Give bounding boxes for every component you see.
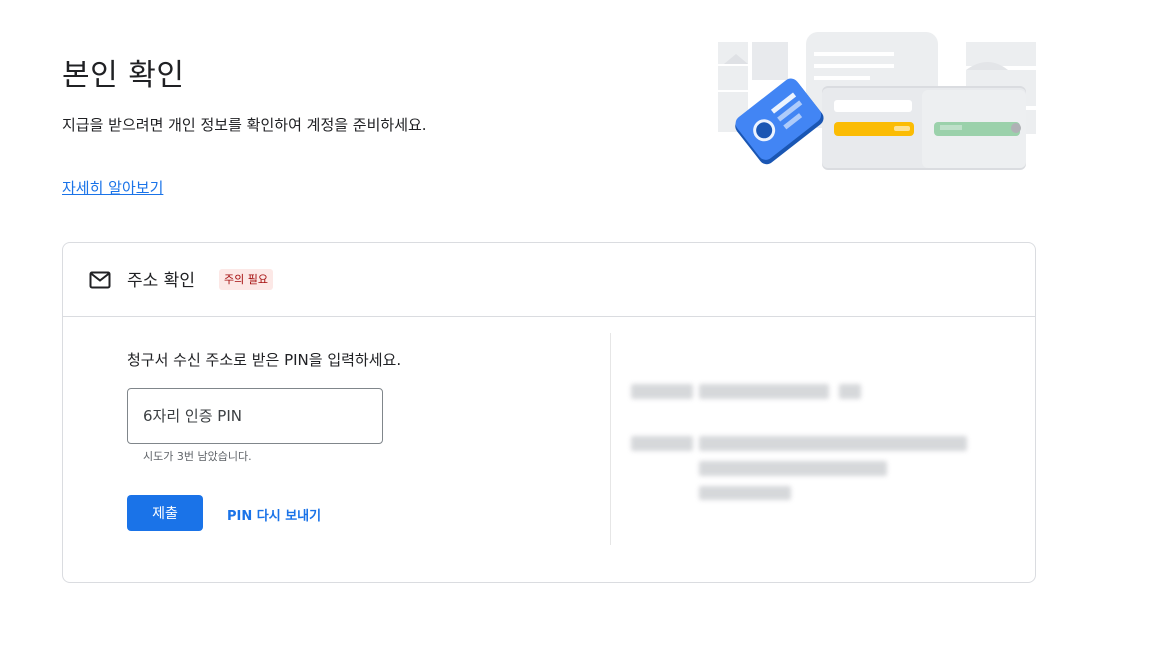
card-header: 주소 확인 주의 필요	[63, 243, 1035, 317]
mail-icon	[89, 271, 111, 289]
status-badge: 주의 필요	[219, 269, 273, 290]
submit-button[interactable]: 제출	[127, 495, 203, 531]
address-verification-card: 주소 확인 주의 필요 청구서 수신 주소로 받은 PIN을 입력하세요. 시도…	[62, 242, 1036, 583]
page-title: 본인 확인	[62, 58, 185, 93]
resend-pin-link[interactable]: PIN 다시 보내기	[227, 505, 321, 524]
attempts-remaining: 시도가 3번 남았습니다.	[143, 450, 252, 463]
pin-input[interactable]	[127, 388, 383, 444]
page-description: 지급을 받으려면 개인 정보를 확인하여 계정을 준비하세요.	[62, 116, 427, 134]
pin-instruction: 청구서 수신 주소로 받은 PIN을 입력하세요.	[127, 351, 402, 369]
vertical-divider	[610, 333, 611, 545]
learn-more-link[interactable]: 자세히 알아보기	[62, 177, 163, 198]
card-title: 주소 확인	[127, 271, 195, 291]
wallet-id-card-illustration	[718, 32, 1036, 170]
